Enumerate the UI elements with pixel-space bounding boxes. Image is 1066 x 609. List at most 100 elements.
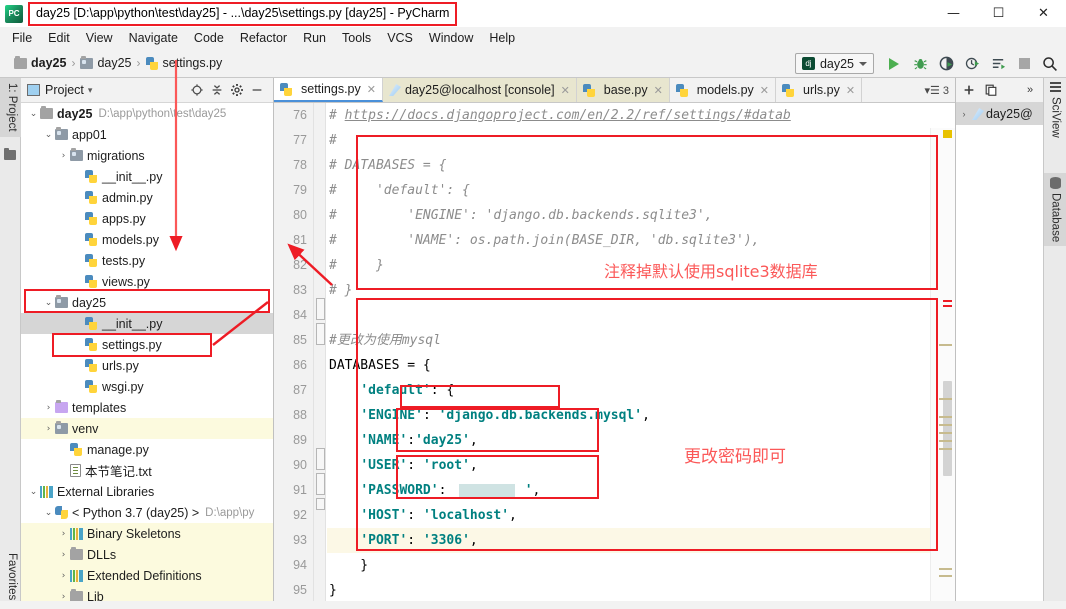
tree-item[interactable]: › Binary Skeletons bbox=[21, 523, 273, 544]
expand-arrow-icon[interactable]: ⌄ bbox=[42, 508, 55, 518]
tree-item[interactable]: manage.py bbox=[21, 439, 273, 460]
menu-edit[interactable]: Edit bbox=[40, 29, 78, 47]
tree-item[interactable]: __init__.py bbox=[21, 313, 273, 334]
tree-item[interactable]: › migrations bbox=[21, 145, 273, 166]
tree-item[interactable]: › Extended Definitions bbox=[21, 565, 273, 586]
code-editor[interactable]: 76 77 78 79 80 81 82 83 84 85 86 87 88 89 90 91 92 93 94 95… bbox=[274, 103, 955, 609]
code-content[interactable]: # https://docs.djangoproject.com/en/2.2/… bbox=[327, 103, 955, 609]
close-icon[interactable]: ✕ bbox=[561, 84, 570, 97]
menu-tools[interactable]: Tools bbox=[334, 29, 379, 47]
tree-item[interactable]: urls.py bbox=[21, 355, 273, 376]
editor-scrollbar[interactable] bbox=[930, 128, 955, 609]
code-fold-marker[interactable] bbox=[316, 498, 325, 510]
project-tree[interactable]: ⌄ day25 D:\app\python\test\day25 ⌄ app01 › mig… bbox=[21, 103, 273, 609]
tree-item[interactable]: apps.py bbox=[21, 208, 273, 229]
hide-panel-icon[interactable] bbox=[247, 80, 267, 100]
close-button[interactable]: ✕ bbox=[1021, 0, 1066, 27]
expand-arrow-icon[interactable]: › bbox=[42, 424, 55, 434]
code-line[interactable] bbox=[327, 253, 955, 278]
profile-button[interactable] bbox=[960, 52, 984, 76]
tree-item[interactable]: ⌄ External Libraries bbox=[21, 481, 273, 502]
chevron-down-icon[interactable]: ▾ bbox=[88, 85, 93, 96]
gear-icon[interactable] bbox=[227, 80, 247, 100]
menu-refactor[interactable]: Refactor bbox=[232, 29, 295, 47]
close-icon[interactable]: ✕ bbox=[760, 84, 769, 97]
plus-icon[interactable] bbox=[960, 81, 978, 99]
code-folding-column[interactable] bbox=[314, 103, 326, 609]
code-line[interactable] bbox=[327, 128, 955, 153]
close-icon[interactable]: ✕ bbox=[846, 84, 855, 97]
run-configuration-selector[interactable]: day25 bbox=[794, 53, 874, 74]
tree-item[interactable]: views.py bbox=[21, 271, 273, 292]
expand-arrow-icon[interactable]: › bbox=[958, 109, 970, 119]
maximize-button[interactable]: ☐ bbox=[976, 0, 1021, 27]
code-line[interactable] bbox=[327, 278, 955, 303]
breadcrumb-item-file[interactable]: settings.py bbox=[145, 56, 222, 70]
tree-item[interactable]: › DLLs bbox=[21, 544, 273, 565]
code-fold-marker[interactable] bbox=[316, 323, 325, 345]
expand-arrow-icon[interactable]: › bbox=[57, 529, 70, 539]
code-fold-marker[interactable] bbox=[316, 448, 325, 470]
expand-arrow-icon[interactable]: › bbox=[57, 550, 70, 560]
stop-button[interactable] bbox=[1012, 52, 1036, 76]
expand-arrow-icon[interactable]: ⌄ bbox=[27, 109, 40, 119]
copy-icon[interactable] bbox=[982, 81, 1000, 99]
minimize-button[interactable]: — bbox=[931, 0, 976, 27]
code-line[interactable] bbox=[327, 303, 955, 328]
tree-item[interactable]: ⌄ day25 D:\app\python\test\day25 bbox=[21, 103, 273, 124]
editor-tab-urls-py[interactable]: urls.py ✕ bbox=[776, 78, 863, 102]
expand-arrow-icon[interactable]: ⌄ bbox=[42, 298, 55, 308]
crosshair-icon[interactable] bbox=[187, 80, 207, 100]
scrollbar-thumb[interactable] bbox=[943, 381, 952, 476]
close-icon[interactable]: ✕ bbox=[654, 84, 663, 97]
menu-help[interactable]: Help bbox=[481, 29, 523, 47]
code-line[interactable] bbox=[327, 553, 955, 578]
database-connection-row[interactable]: › day25@ bbox=[956, 103, 1043, 125]
menu-view[interactable]: View bbox=[78, 29, 121, 47]
editor-tab-base-py[interactable]: base.py ✕ bbox=[576, 78, 670, 102]
structure-folder-icon[interactable] bbox=[4, 148, 16, 160]
tool-window-tab-database[interactable]: Database bbox=[1044, 173, 1066, 247]
tree-item[interactable]: settings.py bbox=[21, 334, 273, 355]
debug-button[interactable] bbox=[908, 52, 932, 76]
run-anything-button[interactable] bbox=[986, 52, 1010, 76]
expand-arrow-icon[interactable]: ⌄ bbox=[27, 487, 40, 497]
tool-window-tab-favorites[interactable]: Favorites bbox=[0, 548, 21, 605]
more-options-icon[interactable]: » bbox=[1021, 81, 1039, 99]
tree-item[interactable]: ⌄ < Python 3.7 (day25) > D:\app\py bbox=[21, 502, 273, 523]
menu-window[interactable]: Window bbox=[421, 29, 481, 47]
expand-arrow-icon[interactable]: › bbox=[57, 151, 70, 161]
expand-arrow-icon[interactable]: › bbox=[42, 403, 55, 413]
menu-file[interactable]: File bbox=[4, 29, 40, 47]
tree-item[interactable]: admin.py bbox=[21, 187, 273, 208]
tree-item[interactable]: models.py bbox=[21, 229, 273, 250]
menu-vcs[interactable]: VCS bbox=[379, 29, 421, 47]
editor-tab-settings-py[interactable]: settings.py ✕ bbox=[274, 78, 383, 102]
code-fold-marker[interactable] bbox=[316, 298, 325, 320]
run-button[interactable] bbox=[882, 52, 906, 76]
menu-run[interactable]: Run bbox=[295, 29, 334, 47]
editor-tab-console[interactable]: day25@localhost [console] ✕ bbox=[382, 78, 577, 102]
editor-tab-models-py[interactable]: models.py ✕ bbox=[669, 78, 776, 102]
editor-tab-list-button[interactable]: ▾☰ 3 bbox=[918, 78, 955, 102]
tree-item[interactable]: ⌄ app01 bbox=[21, 124, 273, 145]
breadcrumb-item-project[interactable]: day25 bbox=[14, 55, 66, 70]
tree-item[interactable]: ⌄ day25 bbox=[21, 292, 273, 313]
tool-window-tab-project[interactable]: 1: Project bbox=[0, 78, 21, 137]
tree-item[interactable]: __init__.py bbox=[21, 166, 273, 187]
tree-item[interactable]: › venv bbox=[21, 418, 273, 439]
close-icon[interactable]: ✕ bbox=[367, 83, 376, 96]
code-line[interactable] bbox=[327, 578, 955, 603]
tree-item[interactable]: 本节笔记.txt bbox=[21, 460, 273, 481]
code-fold-marker[interactable] bbox=[316, 473, 325, 495]
breadcrumb-item-package[interactable]: day25 bbox=[80, 55, 132, 70]
tree-item[interactable]: wsgi.py bbox=[21, 376, 273, 397]
tool-window-tab-sciview[interactable]: SciView bbox=[1044, 78, 1066, 142]
expand-arrow-icon[interactable]: › bbox=[57, 592, 70, 602]
menu-code[interactable]: Code bbox=[186, 29, 232, 47]
collapse-all-icon[interactable] bbox=[207, 80, 227, 100]
search-everywhere-button[interactable] bbox=[1038, 52, 1062, 76]
run-with-coverage-button[interactable] bbox=[934, 52, 958, 76]
tree-item[interactable]: tests.py bbox=[21, 250, 273, 271]
menu-navigate[interactable]: Navigate bbox=[121, 29, 186, 47]
